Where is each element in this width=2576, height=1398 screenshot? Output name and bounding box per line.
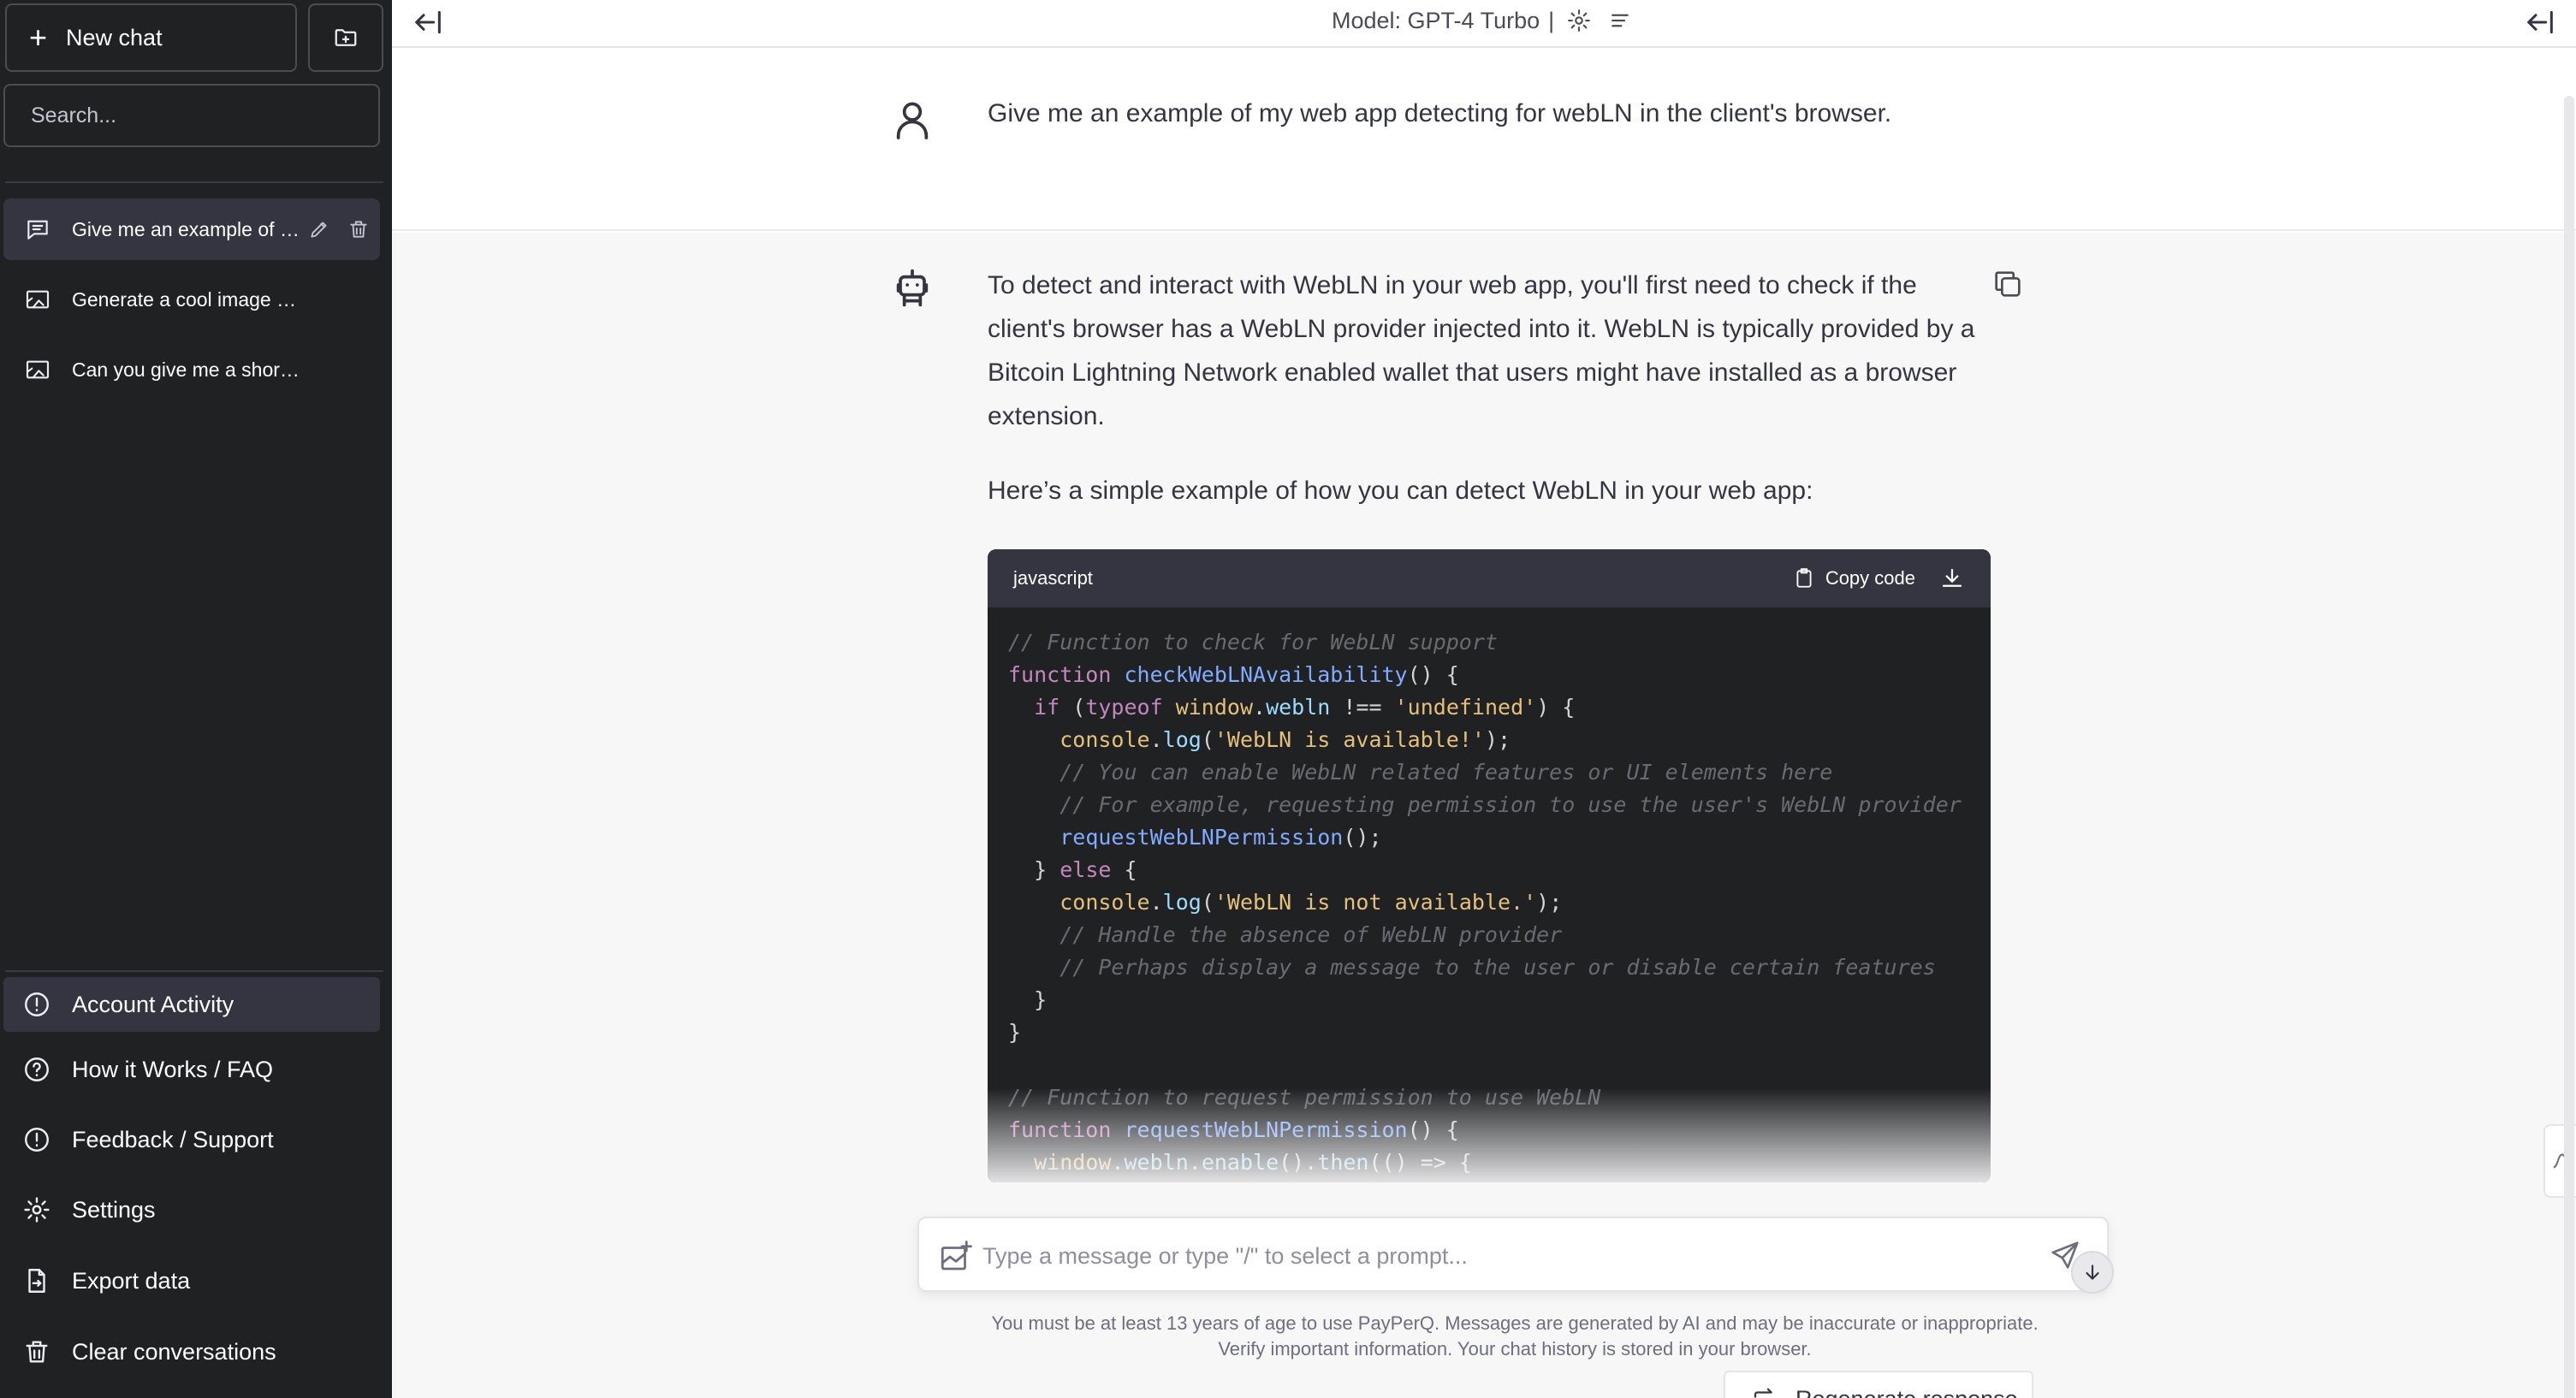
export-icon — [28, 1269, 45, 1293]
code-line: } else { — [1008, 857, 1137, 882]
model-separator: | — [1548, 7, 1555, 33]
model-indicator: Model: GPT-4 Turbo | — [1332, 3, 1648, 38]
top-bar: Model: GPT-4 Turbo | — [392, 0, 2576, 48]
user-message: Give me an example of my web app detecti… — [392, 48, 2576, 231]
search-input[interactable] — [3, 84, 380, 147]
code-line: if (typeof window.webln !== 'undefined')… — [1034, 695, 1576, 720]
code-line: // You can enable WebLN related features… — [1059, 760, 1833, 785]
faq-button[interactable]: How it Works / FAQ — [3, 1042, 380, 1097]
image-upload-icon[interactable] — [938, 1239, 974, 1275]
code-line: console.log('WebLN is available!'); — [1059, 727, 1511, 752]
robot-avatar-icon — [896, 269, 929, 307]
sidebar-divider — [5, 970, 383, 972]
collapse-sidebar-icon[interactable] — [411, 5, 445, 39]
code-line: console.log('WebLN is not available.'); — [1059, 890, 1563, 915]
folder-plus-icon — [335, 29, 357, 46]
plus-icon: + — [29, 20, 48, 55]
menu-label: Feedback / Support — [72, 1126, 274, 1152]
message-input[interactable] — [982, 1234, 2035, 1278]
menu-label: How it Works / FAQ — [72, 1056, 274, 1082]
code-line: } — [1008, 987, 1048, 1012]
new-chat-button[interactable]: + New chat — [5, 3, 297, 72]
regenerate-label: Regenerate response — [1795, 1386, 2018, 1398]
code-language: javascript — [1013, 567, 1093, 589]
user-message-text: Give me an example of my web app detecti… — [988, 99, 1892, 127]
account-activity-button[interactable]: Account Activity — [3, 977, 380, 1032]
arrow-down-icon — [2086, 1265, 2099, 1280]
menu-label: Settings — [72, 1196, 156, 1223]
list-icon[interactable] — [1607, 8, 1633, 33]
conversation-label: Can you give me a short explanation — [72, 358, 303, 381]
clipboard-icon — [1796, 568, 1812, 588]
message-icon — [27, 220, 48, 240]
download-icon[interactable] — [1939, 566, 1965, 591]
gear-icon — [24, 1197, 50, 1223]
menu-label: Account Activity — [72, 991, 234, 1017]
code-line: // Perhaps display a message to the user… — [1059, 955, 1936, 980]
info-circle-icon — [25, 992, 49, 1016]
code-line: // Function to check for WebLN support — [1008, 630, 1498, 655]
scroll-to-bottom-button[interactable] — [2071, 1251, 2114, 1294]
code-line: requestWebLNPermission(); — [1059, 825, 1382, 850]
code-line: // Handle the absence of WebLN provider — [1059, 922, 1563, 947]
disclaimer-line: You must be at least 13 years of age to … — [991, 1312, 2039, 1334]
info-circle-icon — [25, 1128, 49, 1152]
collapse-panel-icon[interactable] — [2523, 5, 2557, 39]
feedback-support-button[interactable]: Feedback / Support — [3, 1112, 380, 1167]
image-chat-icon — [26, 360, 50, 379]
sidebar: + New chat Give me an example of my web … — [0, 0, 392, 1398]
disclaimer-line: Verify important information. Your chat … — [1218, 1338, 1812, 1359]
new-chat-label: New chat — [66, 24, 163, 50]
export-data-button[interactable]: Export data — [3, 1253, 380, 1308]
refresh-icon — [1754, 1388, 1772, 1398]
message-composer — [917, 1217, 2109, 1292]
code-line: } — [1008, 1020, 1022, 1045]
trash-icon — [26, 1341, 48, 1363]
conversation-item[interactable]: Give me an example of my web app detecti… — [3, 198, 380, 260]
model-label: Model: GPT-4 Turbo — [1332, 7, 1540, 33]
code-header: javascript Copy code — [988, 549, 1991, 607]
disclaimer: You must be at least 13 years of age to … — [907, 1311, 2122, 1362]
code-block: javascript Copy code // Function to chec… — [988, 549, 1991, 1182]
gear-icon[interactable] — [1566, 8, 1592, 33]
scrollbar[interactable] — [2564, 96, 2574, 1398]
regenerate-response-button[interactable]: Regenerate response — [1724, 1371, 2033, 1398]
conversation-item[interactable]: Can you give me a short explanation — [3, 339, 380, 400]
conversation-label: Give me an example of my web app detecti… — [72, 217, 303, 240]
help-circle-icon — [25, 1057, 49, 1081]
menu-label: Export data — [72, 1267, 191, 1294]
trash-icon[interactable] — [347, 218, 370, 240]
assistant-paragraph: To detect and interact with WebLN in you… — [988, 271, 1975, 430]
assistant-paragraph: Here’s a simple example of how you can d… — [988, 477, 1813, 505]
conversation-label: Generate a cool image of Bitcoin — [72, 287, 303, 311]
menu-label: Clear conversations — [72, 1338, 276, 1365]
code-fade-overlay — [988, 1088, 1991, 1182]
code-line: // For example, requesting permission to… — [1059, 792, 1962, 817]
conversation-item[interactable]: Generate a cool image of Bitcoin — [3, 269, 380, 330]
clear-conversations-button[interactable]: Clear conversations — [3, 1324, 380, 1379]
assistant-message-text: To detect and interact with WebLN in you… — [988, 264, 1997, 543]
copy-code-button[interactable]: Copy code — [1793, 567, 1915, 589]
image-chat-icon — [26, 290, 50, 309]
sidebar-divider — [5, 181, 383, 183]
copy-code-label: Copy code — [1825, 567, 1915, 589]
copy-message-icon[interactable] — [1991, 267, 2025, 301]
user-avatar-icon — [896, 102, 929, 139]
pencil-icon[interactable] — [308, 218, 330, 240]
settings-button[interactable]: Settings — [3, 1182, 380, 1237]
code-line: function checkWebLNAvailability() { — [1008, 662, 1459, 687]
new-folder-button[interactable] — [308, 3, 383, 72]
